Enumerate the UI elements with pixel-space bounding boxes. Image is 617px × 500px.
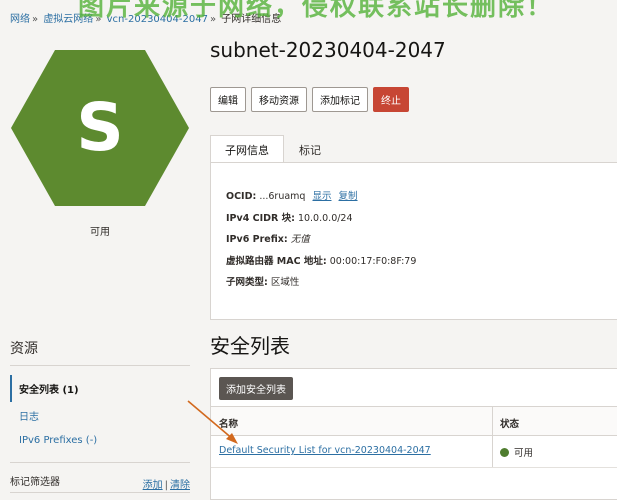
ipv6-value: 无值 <box>290 234 310 245</box>
resource-item-security-lists[interactable]: 安全列表 (1) <box>10 375 190 402</box>
column-header-status[interactable]: 状态 <box>500 416 519 430</box>
cidr-label: IPv4 CIDR 块: <box>226 213 295 224</box>
breadcrumb-networking[interactable]: 网络 <box>10 14 30 25</box>
subnet-type-label: 子网类型: <box>226 277 268 288</box>
ocid-show-link[interactable]: 显示 <box>312 191 331 202</box>
tag-filter-separator: | <box>164 480 168 491</box>
tag-filter-label: 标记筛选器 <box>10 477 60 488</box>
mac-row: 虚拟路由器 MAC 地址: 00:00:17:F0:8F:79 <box>226 253 416 267</box>
mac-label: 虚拟路由器 MAC 地址: <box>226 256 327 267</box>
security-list-name-cell: Default Security List for vcn-20230404-2… <box>219 445 431 456</box>
tag-filter-add-link[interactable]: 添加 <box>143 480 163 491</box>
table-row: Default Security List for vcn-20230404-2… <box>211 436 617 468</box>
cidr-row: IPv4 CIDR 块: 10.0.0.0/24 <box>226 210 353 224</box>
status-label: 可用 <box>90 227 110 238</box>
tag-filter-links: 添加 | 清除 <box>143 476 190 491</box>
subnet-type-value: 区域性 <box>270 277 300 288</box>
security-list-link[interactable]: Default Security List for vcn-20230404-2… <box>219 445 431 456</box>
subnet-type-row: 子网类型: 区域性 <box>226 274 299 288</box>
ocid-label: OCID: <box>226 191 257 202</box>
subnet-avatar: S <box>11 50 189 206</box>
annotation-arrow-icon <box>187 400 238 444</box>
watermark: 图片来源于网络，侵权联系站长删除！ <box>78 0 555 22</box>
divider <box>10 365 190 366</box>
add-security-list-button[interactable]: 添加安全列表 <box>219 377 293 400</box>
divider <box>10 492 190 493</box>
security-list-status: 可用 <box>514 448 534 459</box>
ipv6-label: IPv6 Prefix: <box>226 234 288 245</box>
security-list-status-cell: 可用 <box>500 445 533 459</box>
breadcrumb-separator: » <box>32 14 39 25</box>
move-resource-button[interactable]: 移动资源 <box>251 87 307 112</box>
ipv6-row: IPv6 Prefix: 无值 <box>226 231 310 245</box>
security-lists-panel: 添加安全列表 名称 状态 Default Security List for v… <box>210 368 617 500</box>
table-header: 名称 状态 <box>211 406 617 436</box>
divider <box>10 462 190 463</box>
action-bar: 编辑 移动资源 添加标记 终止 <box>210 87 409 112</box>
status-dot-icon <box>500 448 509 457</box>
subnet-info-panel: OCID: ...6ruamq 显示 复制 IPv4 CIDR 块: 10.0.… <box>210 162 617 320</box>
avatar-letter: S <box>76 89 124 166</box>
add-tag-button[interactable]: 添加标记 <box>312 87 368 112</box>
ocid-copy-link[interactable]: 复制 <box>339 191 358 202</box>
page-title: subnet-20230404-2047 <box>210 38 446 62</box>
resource-item-ipv6-prefixes[interactable]: IPv6 Prefixes (-) <box>10 429 190 452</box>
resources-nav: 安全列表 (1) 日志 IPv6 Prefixes (-) <box>10 375 190 452</box>
terminate-button[interactable]: 终止 <box>373 87 409 112</box>
resources-heading: 资源 <box>10 341 38 357</box>
mac-value: 00:00:17:F0:8F:79 <box>329 256 417 267</box>
edit-button[interactable]: 编辑 <box>210 87 246 112</box>
security-lists-heading: 安全列表 <box>210 334 290 358</box>
tag-filter-clear-link[interactable]: 清除 <box>170 480 190 491</box>
tag-filter: 标记筛选器 添加 | 清除 <box>10 473 190 491</box>
ocid-row: OCID: ...6ruamq 显示 复制 <box>226 188 358 202</box>
resource-item-logs[interactable]: 日志 <box>10 402 190 429</box>
ocid-value: ...6ruamq <box>259 191 306 202</box>
cidr-value: 10.0.0.0/24 <box>297 213 353 224</box>
